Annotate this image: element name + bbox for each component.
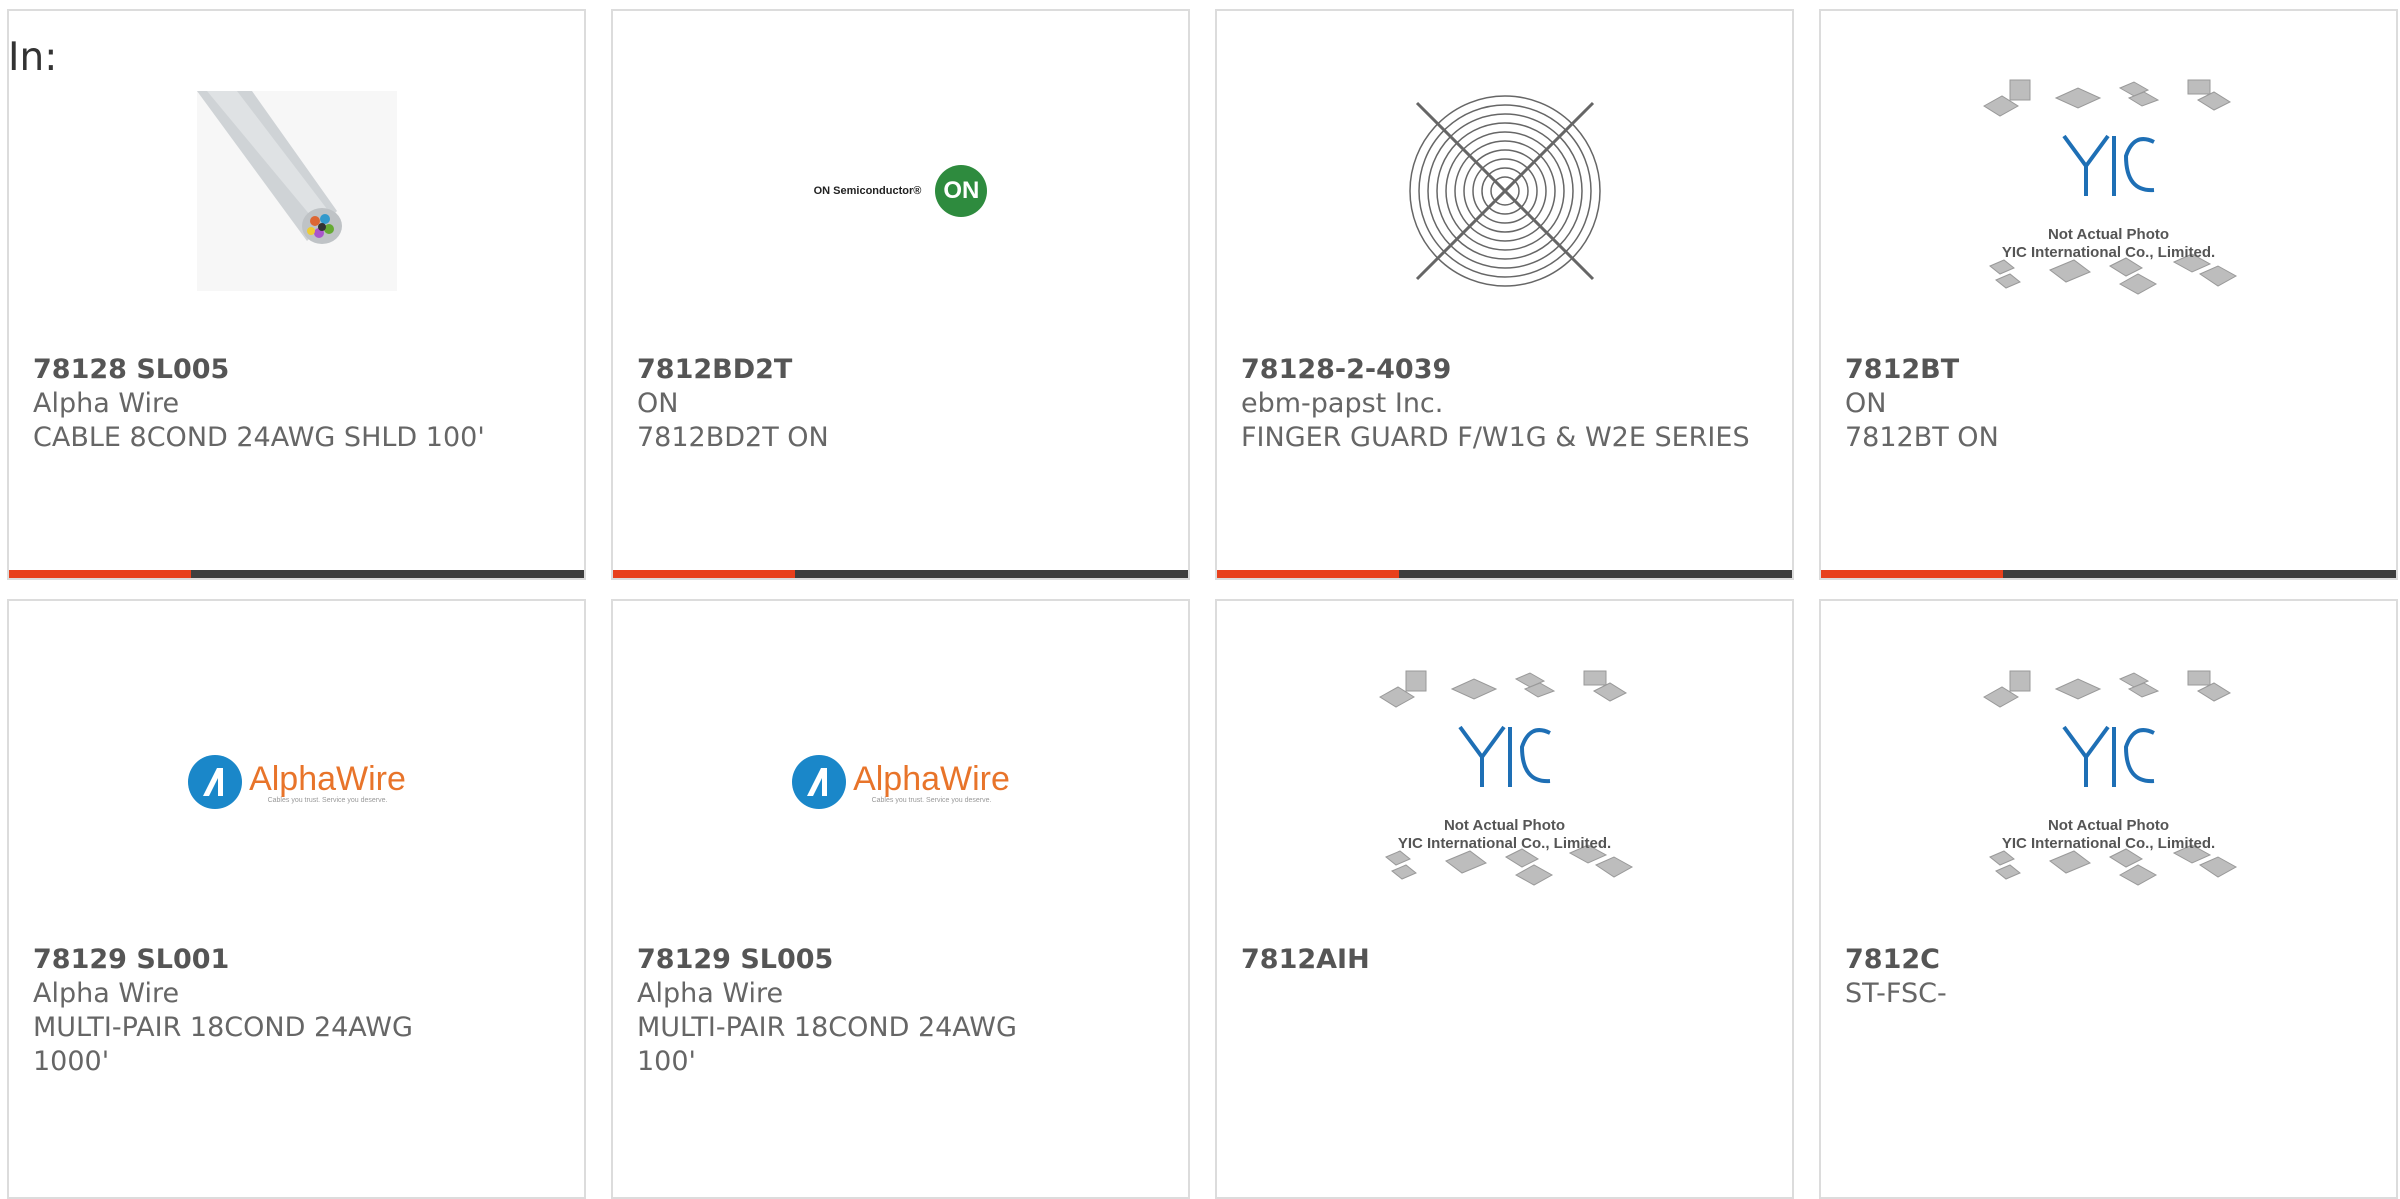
part-number[interactable]: 78128-2-4039: [1241, 353, 1772, 387]
product-card[interactable]: 78128 SL005 Alpha Wire CABLE 8COND 24AWG…: [7, 9, 586, 580]
product-card[interactable]: AlphaWire Cables you trust. Service you …: [611, 599, 1190, 1199]
product-card[interactable]: Not Actual Photo YIC International Co., …: [1819, 9, 2398, 580]
part-number[interactable]: 7812C: [1845, 943, 2376, 977]
description: CABLE 8COND 24AWG SHLD 100': [33, 422, 485, 453]
product-card[interactable]: ON Semiconductor® ON 7812BD2T ON 7812BD2…: [611, 9, 1190, 580]
fan-guard-photo: [1408, 95, 1601, 287]
product-image[interactable]: Not Actual Photo YIC International Co., …: [1821, 76, 2396, 306]
manufacturer: Alpha Wire: [33, 978, 180, 1009]
product-card[interactable]: AlphaWire Cables you trust. Service you …: [7, 599, 586, 1199]
yic-placeholder: Not Actual Photo YIC International Co., …: [1974, 667, 2244, 897]
product-image[interactable]: AlphaWire Cables you trust. Service you …: [9, 667, 584, 897]
description: 7812BT ON: [1845, 422, 1999, 453]
product-card[interactable]: Not Actual Photo YIC International Co., …: [1819, 599, 2398, 1199]
card-bottom-bar: [9, 570, 584, 578]
card-bottom-bar: [1821, 570, 2396, 578]
description: FINGER GUARD F/W1G & W2E SERIES: [1241, 422, 1750, 453]
product-card[interactable]: Not Actual Photo YIC International Co., …: [1215, 599, 1794, 1199]
description: MULTI-PAIR 18COND 24AWG 100': [637, 1012, 1017, 1077]
part-number[interactable]: 78128 SL005: [33, 353, 564, 387]
product-card[interactable]: 78128-2-4039 ebm-papst Inc. FINGER GUARD…: [1215, 9, 1794, 580]
card-bottom-bar: [1217, 570, 1792, 578]
product-image[interactable]: Not Actual Photo YIC International Co., …: [1217, 667, 1792, 897]
yic-placeholder: Not Actual Photo YIC International Co., …: [1370, 667, 1640, 897]
product-image[interactable]: ON Semiconductor® ON: [613, 76, 1188, 306]
product-image[interactable]: [9, 76, 584, 306]
manufacturer: ST-FSC-: [1845, 978, 1947, 1009]
alphawire-icon: [188, 755, 243, 809]
part-number[interactable]: 7812AIH: [1241, 943, 1772, 977]
description: MULTI-PAIR 18COND 24AWG 1000': [33, 1012, 413, 1077]
manufacturer: Alpha Wire: [33, 388, 180, 419]
manufacturer: ebm-papst Inc.: [1241, 388, 1444, 419]
part-number[interactable]: 78129 SL001: [33, 943, 564, 977]
alphawire-logo: AlphaWire Cables you trust. Service you …: [187, 754, 406, 810]
yic-placeholder: Not Actual Photo YIC International Co., …: [1974, 76, 2244, 306]
description: 7812BD2T ON: [637, 422, 829, 453]
manufacturer: ON: [1845, 388, 1887, 419]
cable-photo: [196, 91, 397, 291]
manufacturer: ON: [637, 388, 679, 419]
part-number[interactable]: 7812BT: [1845, 353, 2376, 387]
alphawire-icon: [792, 755, 847, 809]
on-semiconductor-logo: ON Semiconductor® ON: [814, 165, 988, 217]
part-number[interactable]: 7812BD2T: [637, 353, 1168, 387]
alphawire-logo: AlphaWire Cables you trust. Service you …: [791, 754, 1010, 810]
card-bottom-bar: [613, 570, 1188, 578]
product-image[interactable]: AlphaWire Cables you trust. Service you …: [613, 667, 1188, 897]
product-image[interactable]: [1217, 76, 1792, 306]
manufacturer: Alpha Wire: [637, 978, 784, 1009]
product-image[interactable]: Not Actual Photo YIC International Co., …: [1821, 667, 2396, 897]
part-number[interactable]: 78129 SL005: [637, 943, 1168, 977]
filter-label: In:: [8, 35, 58, 80]
